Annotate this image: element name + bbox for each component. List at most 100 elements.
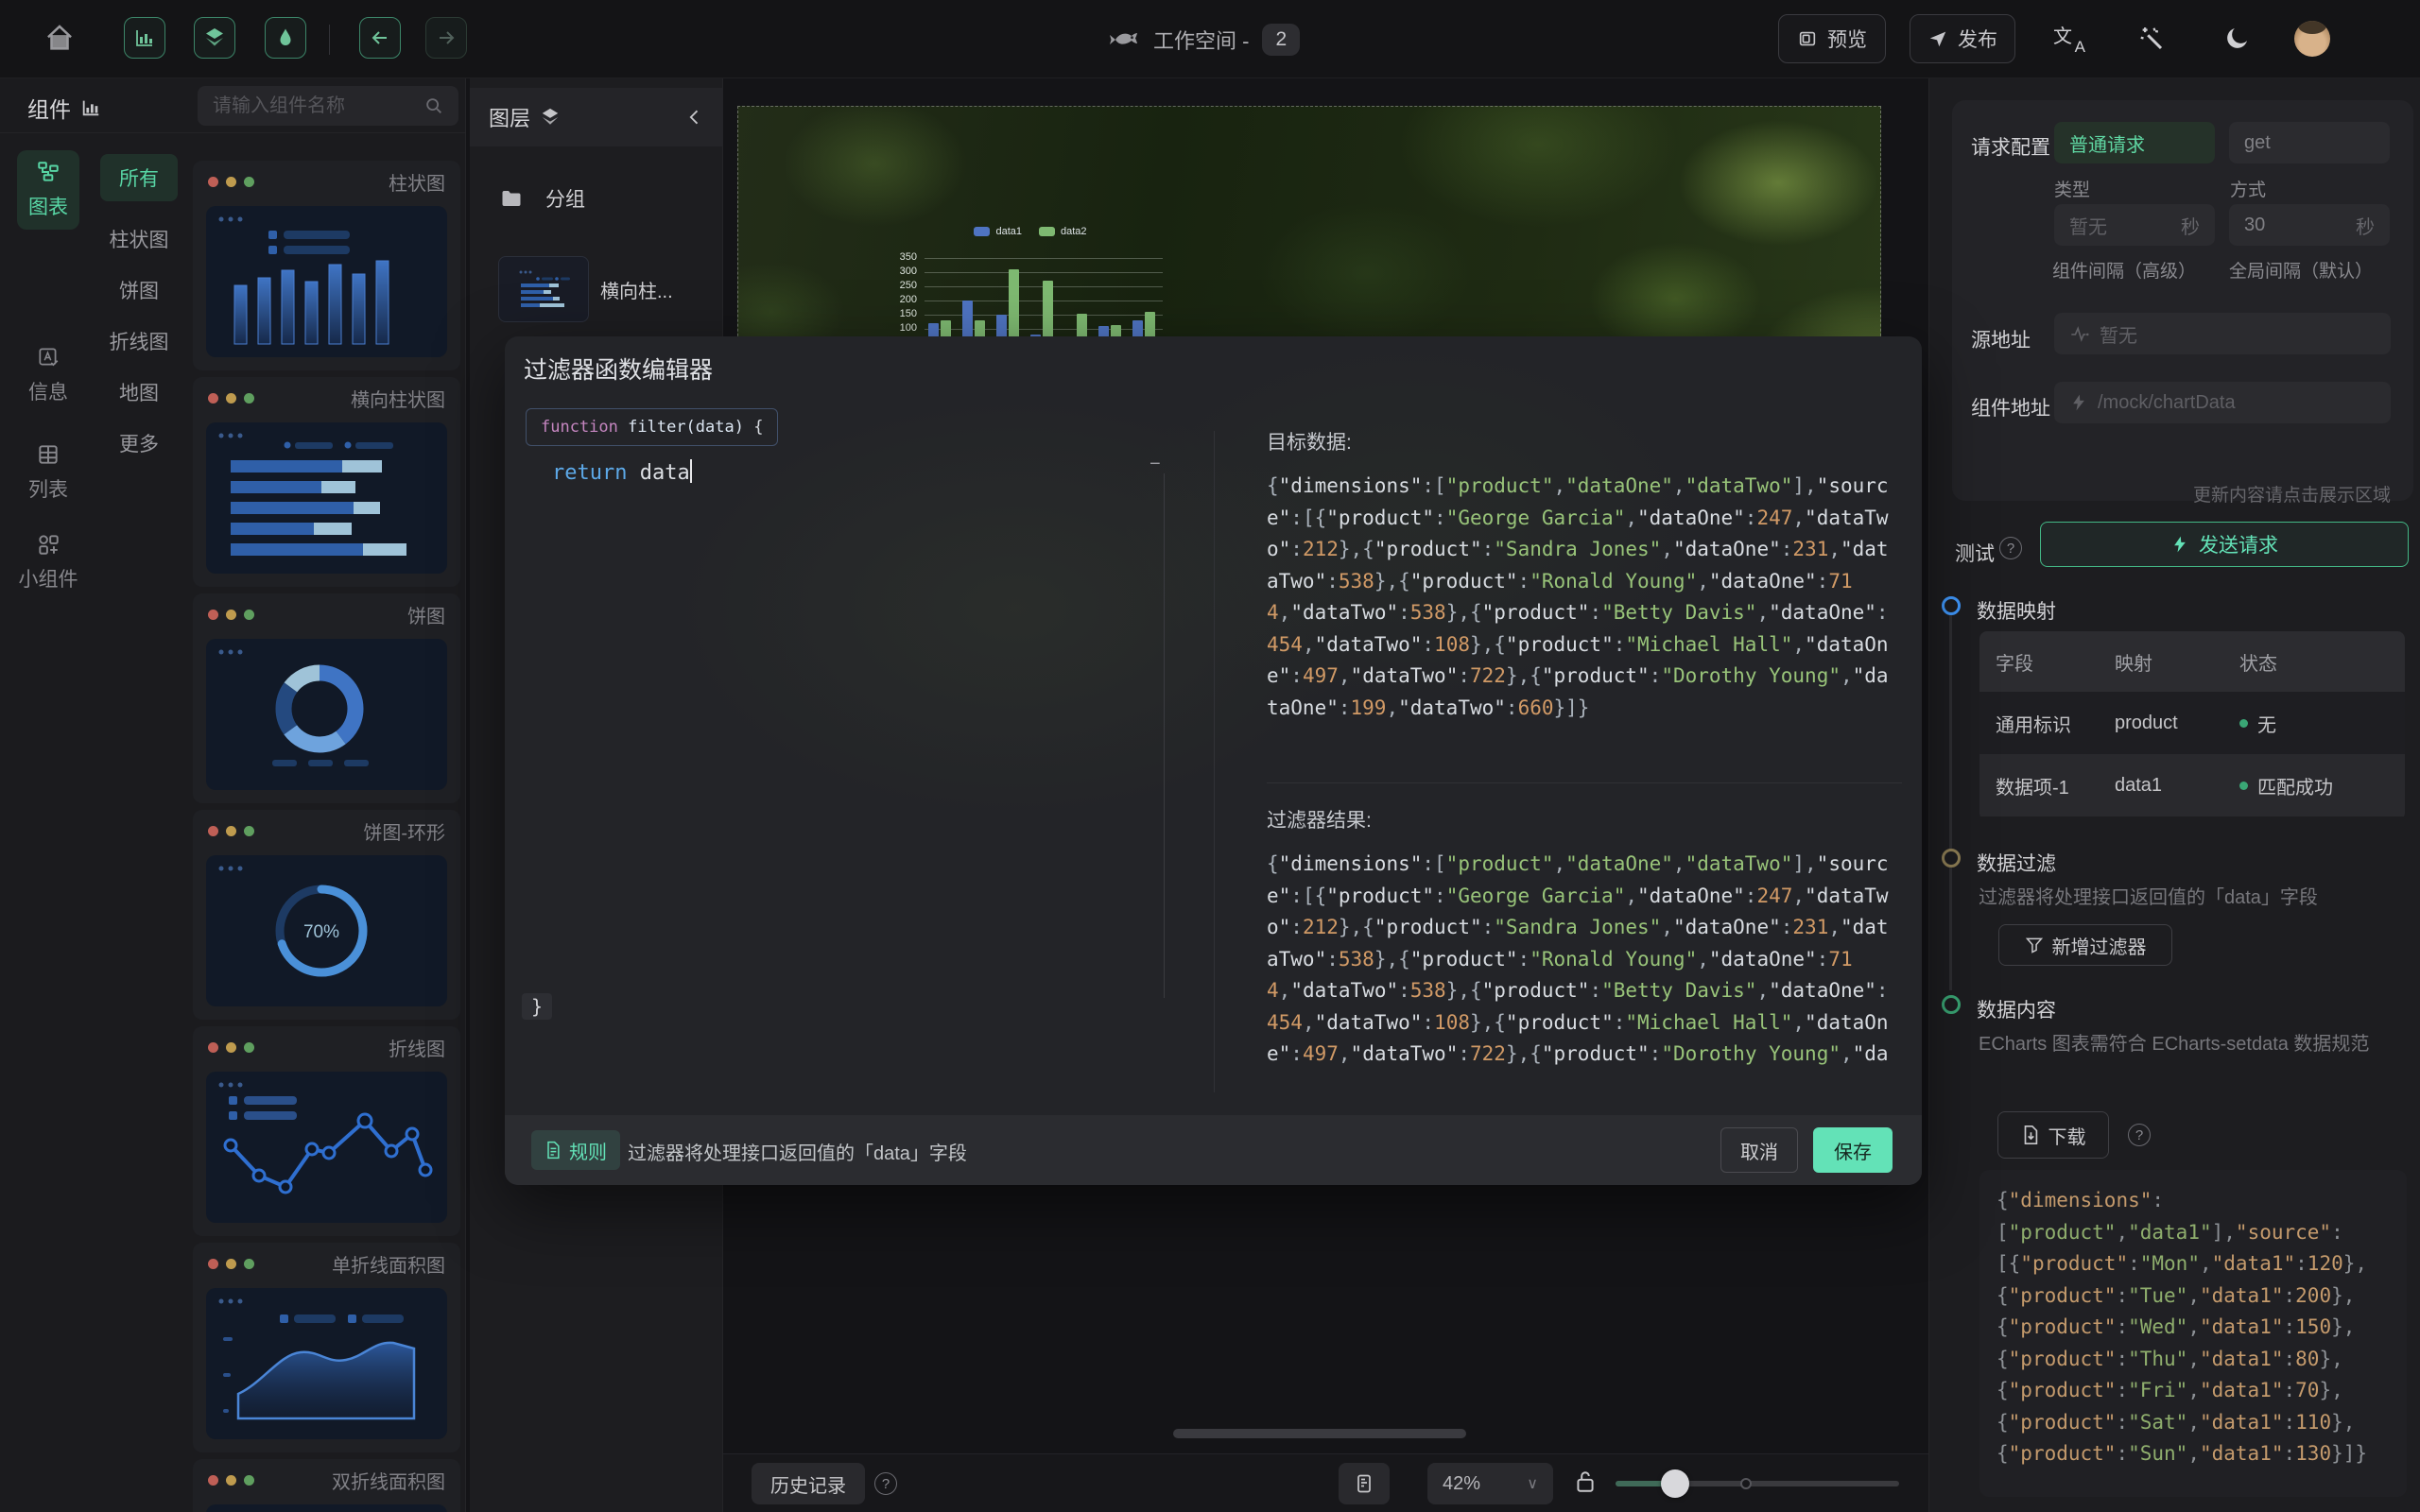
sidebar-item-widgets[interactable]: 小组件 [17, 523, 79, 602]
test-label: 测试 [1955, 539, 1995, 567]
language-icon[interactable]: 文 A [2053, 23, 2085, 53]
table-row: 通用标识 product 无 [1979, 692, 2405, 754]
request-method-value: get [2244, 132, 2271, 154]
data-mapping-title: 数据映射 [1977, 596, 2056, 625]
layer-item-thumbnail [498, 256, 589, 322]
add-filter-button[interactable]: 新增过滤器 [1998, 924, 2172, 966]
filter-tab-all[interactable]: 所有 [100, 154, 178, 201]
cancel-label: 取消 [1740, 1137, 1778, 1164]
text-cursor [690, 459, 692, 483]
request-type-input[interactable]: 普通请求 [2054, 122, 2215, 163]
card-header: 横向柱状图 [193, 377, 460, 419]
component-addr-input[interactable]: /mock/chartData [2054, 382, 2391, 423]
history-button[interactable]: 历史记录 [752, 1463, 865, 1504]
data-content-json[interactable]: {"dimensions": ["product","data1"],"sour… [1979, 1170, 2407, 1497]
unlock-icon[interactable] [1573, 1468, 1598, 1496]
component-card-pie[interactable]: 饼图 [193, 593, 460, 803]
component-card-area2[interactable]: 双折线面积图 [193, 1459, 460, 1512]
method-caption: 方式 [2230, 176, 2266, 201]
zoom-select[interactable]: 42% ∨ [1427, 1463, 1553, 1504]
card-thumbnail [206, 422, 447, 574]
filter-tab-pie[interactable]: 饼图 [100, 266, 178, 314]
card-thumbnail [206, 1504, 447, 1512]
save-label: 保存 [1834, 1137, 1872, 1164]
sidebar-item-charts[interactable]: 图表 [17, 150, 79, 230]
component-card-bar[interactable]: 柱状图 [193, 161, 460, 370]
topbar: 工作空间 - 2 预览 发布 文 A [0, 0, 2420, 78]
home-icon[interactable] [43, 22, 76, 54]
filter-tab-line[interactable]: 折线图 [100, 318, 178, 365]
col-field: 字段 [1979, 648, 2115, 676]
cell-map: product [2115, 713, 2239, 734]
save-button[interactable]: 保存 [1813, 1127, 1893, 1173]
publish-label: 发布 [1958, 25, 1997, 53]
preview-panel-button[interactable] [1339, 1463, 1390, 1504]
arrow-right-icon [435, 26, 458, 49]
workspace-badge: 2 [1262, 24, 1300, 56]
theme-tool-button[interactable] [265, 17, 306, 59]
publish-button[interactable]: 发布 [1910, 14, 2015, 63]
filter-tab-bar[interactable]: 柱状图 [100, 215, 178, 263]
zoom-slider-thumb[interactable] [1661, 1469, 1689, 1498]
code-return-value: data [640, 461, 690, 485]
data-filter-bullet-icon [1942, 849, 1961, 868]
code-editor[interactable]: return data [552, 459, 692, 485]
preview-button[interactable]: 预览 [1778, 14, 1886, 63]
browser-icon [1797, 28, 1818, 49]
card-header: 饼图-环形 [193, 810, 460, 851]
request-type-value: 普通请求 [2069, 129, 2145, 157]
component-card-area[interactable]: 单折线面积图 [193, 1243, 460, 1452]
source-addr-input[interactable]: 暂无 [2054, 313, 2391, 354]
editor-scrollbar-dash: − [1150, 454, 1161, 475]
dark-mode-moon-icon[interactable] [2223, 24, 2252, 52]
zoom-slider[interactable] [1616, 1481, 1899, 1486]
layers-icon [203, 26, 226, 49]
search-input[interactable] [198, 86, 458, 126]
component-card-hbar[interactable]: 横向柱状图 [193, 377, 460, 587]
help-icon[interactable]: ? [1999, 537, 2022, 559]
seconds-suffix: 秒 [2356, 212, 2375, 239]
zoom-value: 42% [1443, 1473, 1480, 1495]
table-row: 数据项-1 data1 匹配成功 [1979, 754, 2405, 816]
send-request-button[interactable]: 发送请求 [2040, 522, 2409, 567]
filter-tab-more[interactable]: 更多 [100, 420, 178, 467]
request-config-label: 请求配置 [1971, 132, 2050, 161]
sidebar-item-label: 信息 [28, 377, 68, 405]
horizontal-scrollbar[interactable] [1173, 1429, 1466, 1438]
avatar[interactable] [2294, 21, 2330, 57]
help-icon[interactable]: ? [2128, 1124, 2151, 1146]
workspace-title-text: 工作空间 - [1153, 25, 1249, 55]
preview-label: 预览 [1827, 25, 1867, 53]
col-status: 状态 [2239, 648, 2277, 676]
layer-item[interactable]: 横向柱... [498, 254, 697, 324]
status-dot-icon [2239, 782, 2248, 790]
request-method-input[interactable]: get [2229, 122, 2390, 163]
filter-tab-label: 柱状图 [110, 225, 169, 253]
download-button[interactable]: 下载 [1997, 1111, 2109, 1159]
component-interval-input[interactable]: 暂无秒 [2054, 204, 2215, 246]
sidebar-item-list[interactable]: 列表 [17, 433, 79, 512]
sidebar-item-info[interactable]: 信息 [17, 335, 79, 415]
component-card-line[interactable]: 折线图 [193, 1026, 460, 1236]
filter-editor-modal: 过滤器函数编辑器 function filter(data) { return … [505, 336, 1922, 1185]
cancel-button[interactable]: 取消 [1720, 1127, 1798, 1173]
global-interval-input[interactable]: 30秒 [2229, 204, 2390, 246]
result-divider [1267, 782, 1902, 783]
magic-wand-icon[interactable] [2137, 25, 2166, 53]
code-function-name: filter(data) [628, 418, 744, 437]
undo-button[interactable] [359, 17, 401, 59]
collapse-panel-icon[interactable] [685, 108, 704, 127]
data-mapping-table: 字段 映射 状态 通用标识 product 无 数据项-1 data1 匹配成功 [1979, 631, 2405, 820]
filter-tab-map[interactable]: 地图 [100, 369, 178, 416]
download-icon [2021, 1125, 2040, 1145]
chart-tool-button[interactable] [124, 17, 165, 59]
app-root: 工作空间 - 2 预览 发布 文 A 组件 [0, 0, 2420, 1512]
filter-tab-label: 饼图 [119, 276, 159, 304]
layer-group-item[interactable]: 分组 [498, 184, 585, 213]
layer-item-label: 横向柱... [600, 276, 673, 303]
component-card-ring[interactable]: 饼图-环形 70% [193, 810, 460, 1020]
layers-tool-button[interactable] [194, 17, 235, 59]
help-icon[interactable]: ? [874, 1472, 897, 1495]
table-icon [36, 442, 60, 467]
redo-button[interactable] [425, 17, 467, 59]
